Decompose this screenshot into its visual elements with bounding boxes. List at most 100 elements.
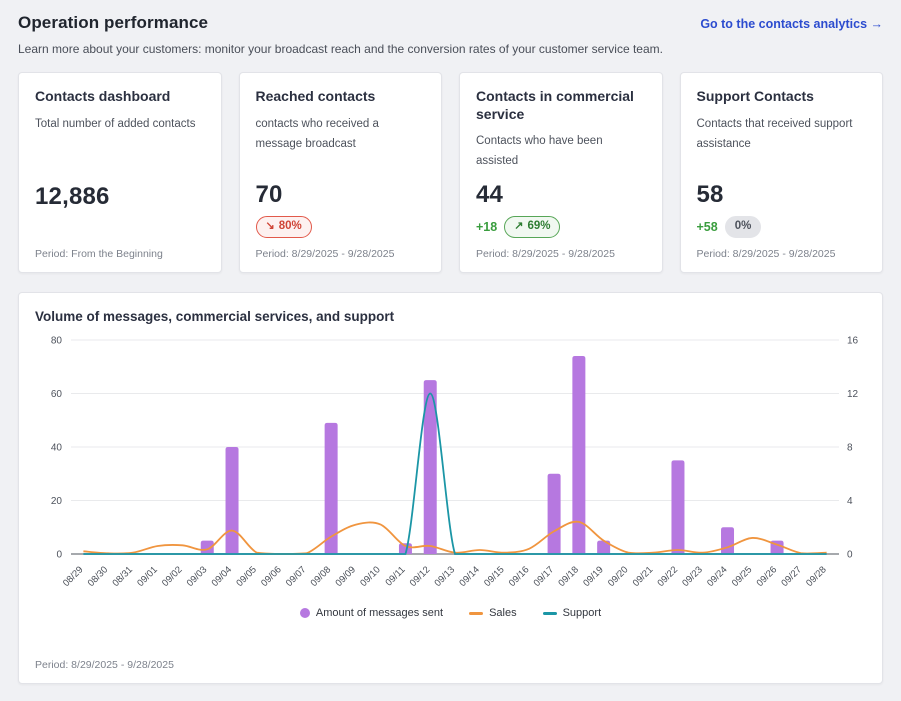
x-axis-label: 09/18 [556, 564, 581, 589]
bar-09/04[interactable] [225, 447, 239, 554]
legend-item-sales[interactable]: Sales [469, 607, 517, 619]
card-value-block: 70 ↘ 80% [255, 181, 426, 238]
sales-legend-marker [469, 611, 484, 615]
trend-down-icon: ↘ [265, 219, 275, 232]
chart-period: Period: 8/29/2025 - 9/28/2025 [35, 659, 174, 671]
badge-row: ↘ 80% [255, 216, 426, 238]
card-period: Period: From the Beginning [35, 248, 163, 260]
right-axis-tick: 4 [847, 496, 853, 507]
x-axis-label: 09/01 [135, 564, 160, 589]
card-period: Period: 8/29/2025 - 9/28/2025 [696, 248, 836, 260]
card-period: Period: 8/29/2025 - 9/28/2025 [476, 248, 615, 260]
legend-item-messages[interactable]: Amount of messages sent [299, 607, 444, 619]
delta-value: +18 [476, 220, 498, 235]
x-axis-label: 09/28 [804, 564, 829, 589]
bar-09/24[interactable] [721, 527, 735, 554]
support-line[interactable] [83, 392, 827, 555]
chart-area[interactable]: 0 20 40 60 80 0 4 8 12 16 08/29 08/30 08/31 09/01 09/0… [35, 332, 866, 605]
contacts-dashboard-card: Contacts dashboard Total number of added… [18, 72, 222, 273]
volume-chart[interactable]: 020406080048121608/29 08/30 08/31 09/01 09/0… [35, 332, 868, 600]
chart-title: Volume of messages, commercial services,… [35, 309, 395, 324]
left-axis-tick: 60 [51, 389, 63, 400]
card-description: Contacts who have been assisted [476, 135, 603, 168]
x-axis-label: 09/02 [160, 564, 185, 589]
trend-badge: ↘ 80% [255, 216, 312, 238]
delta-value: +58 [696, 220, 718, 235]
x-axis-label: 09/05 [234, 564, 259, 589]
card-description: contacts who received a message broadcas… [255, 117, 379, 150]
x-axis-label: 09/21 [631, 564, 656, 589]
card-title: Support Contacts [696, 88, 814, 104]
messages-legend-marker [299, 608, 310, 618]
x-axis-label: 09/25 [730, 564, 755, 589]
badge-row: +18 ↗ 69% [476, 216, 646, 238]
trend-value: 69% [527, 220, 551, 233]
left-axis-tick: 0 [56, 550, 62, 561]
legend-item-support[interactable]: Support [542, 607, 602, 619]
legend-label: Amount of messages sent [315, 607, 444, 619]
x-axis-label: 09/14 [457, 564, 482, 589]
legend-label: Support [562, 607, 602, 619]
bar-09/22[interactable] [671, 460, 685, 554]
card-title: Contacts dashboard [35, 88, 171, 104]
page-title: Operation performance [18, 13, 209, 32]
x-axis-label: 09/13 [433, 564, 458, 589]
x-axis-label: 09/08 [309, 564, 334, 589]
card-value-block: 12,886 [35, 183, 205, 238]
volume-chart-card: Volume of messages, commercial services,… [18, 292, 883, 684]
legend-label: Sales [489, 607, 517, 619]
x-axis-label: 09/17 [532, 564, 557, 589]
contacts-total-value: 12,886 [35, 183, 110, 210]
kpi-cards-row: Contacts dashboard Total number of added… [18, 72, 883, 273]
commercial-service-card: Contacts in commercial service Contacts … [459, 72, 663, 273]
x-axis-label: 09/24 [705, 564, 730, 589]
card-description: Total number of added contacts [35, 117, 196, 130]
badge-row: +58 0% [697, 216, 867, 238]
trend-badge: 0% [724, 216, 762, 238]
support-contacts-card: Support Contacts Contacts that received … [679, 72, 883, 273]
page-subtitle: Learn more about your customers: monitor… [18, 42, 663, 56]
x-axis-label: 08/29 [61, 564, 86, 589]
right-axis-tick: 8 [847, 443, 853, 454]
trend-value: 80% [278, 220, 302, 233]
support-legend-marker [542, 611, 557, 615]
x-axis-label: 08/30 [86, 564, 111, 589]
x-axis-label: 09/19 [581, 564, 606, 589]
card-value-block: 44 +18 ↗ 69% [476, 181, 646, 238]
x-axis-label: 09/27 [779, 564, 804, 589]
x-axis-label: 09/04 [210, 564, 235, 589]
card-description: Contacts that received support assistanc… [696, 117, 853, 150]
card-value-block: 58 +58 0% [697, 181, 867, 238]
left-axis-tick: 20 [51, 496, 63, 507]
chart-legend: Amount of messages sent Sales Support [35, 607, 866, 619]
card-title: Contacts in commercial service [476, 88, 634, 122]
left-axis-tick: 80 [51, 336, 63, 347]
support-contacts-value: 58 [696, 181, 724, 209]
right-axis-tick: 0 [847, 550, 853, 561]
x-axis-label: 09/09 [333, 564, 358, 589]
right-axis-tick: 16 [847, 336, 859, 347]
left-axis-tick: 40 [51, 443, 63, 454]
x-axis-label: 09/12 [408, 564, 433, 589]
trend-value: 0% [734, 220, 752, 233]
trend-up-icon: ↗ [514, 219, 524, 232]
page-header: Operation performance Go to the contacts… [18, 13, 883, 33]
x-axis-label: 09/15 [482, 564, 507, 589]
right-axis-tick: 12 [847, 389, 859, 400]
card-period: Period: 8/29/2025 - 9/28/2025 [255, 248, 395, 260]
badge-row [35, 218, 205, 238]
x-axis-label: 09/22 [655, 564, 680, 589]
x-axis-label: 09/03 [185, 564, 210, 589]
contacts-analytics-link[interactable]: Go to the contacts analytics → [700, 17, 883, 31]
reached-contacts-value: 70 [255, 181, 283, 209]
sales-line[interactable] [83, 520, 827, 555]
trend-badge: ↗ 69% [504, 216, 561, 238]
x-axis-label: 09/23 [680, 564, 705, 589]
reached-contacts-card: Reached contacts contacts who received a… [238, 72, 442, 273]
operation-performance-page: Operation performance Go to the contacts… [0, 0, 901, 684]
commercial-contacts-value: 44 [476, 181, 504, 209]
bar-09/17[interactable] [547, 473, 561, 554]
x-axis-label: 09/06 [259, 564, 284, 589]
x-axis-label: 08/31 [110, 564, 135, 589]
x-axis-label: 09/26 [755, 564, 780, 589]
